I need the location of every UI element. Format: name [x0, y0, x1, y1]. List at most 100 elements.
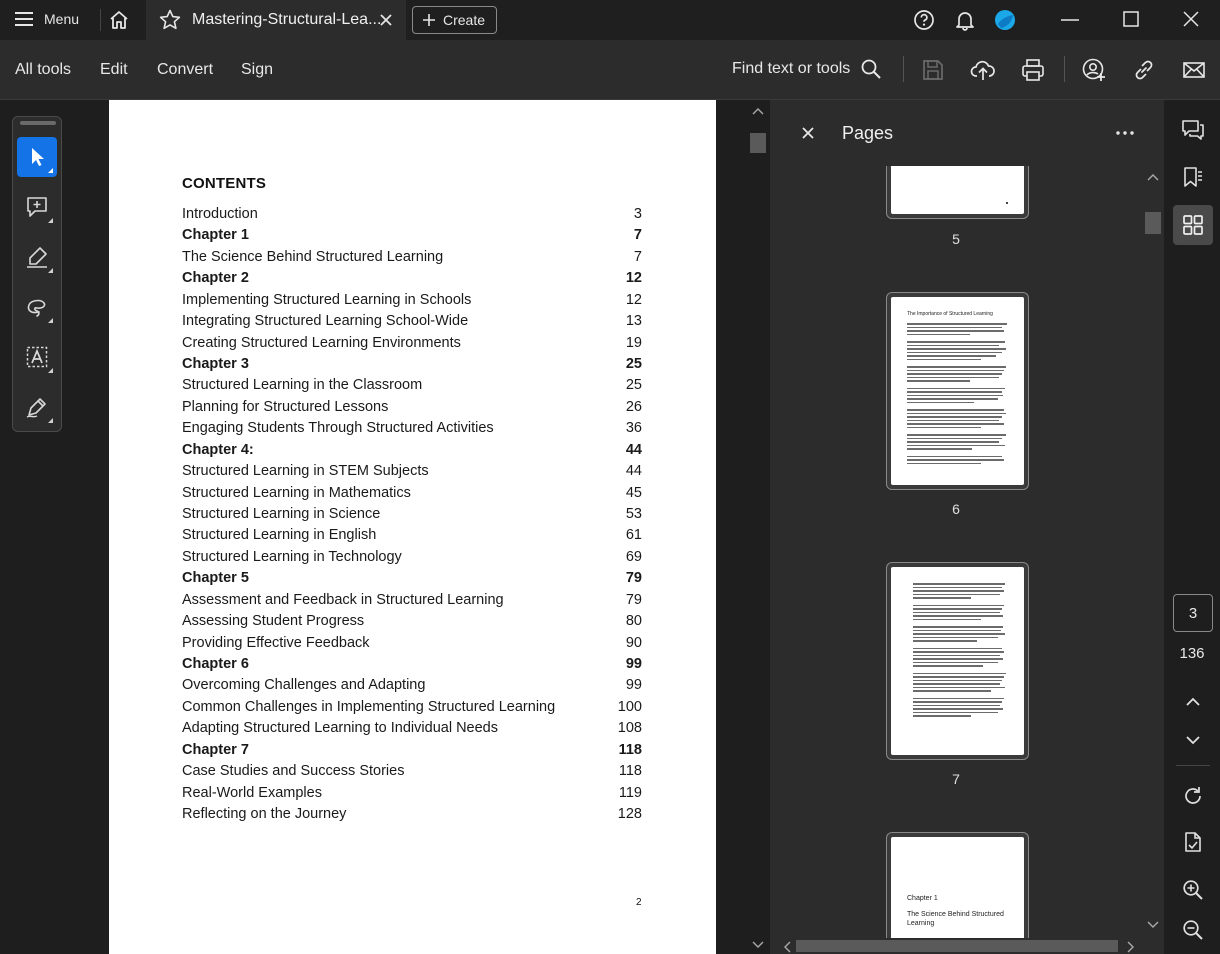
zoom-in-button[interactable]	[1173, 870, 1213, 910]
link-icon[interactable]	[1131, 57, 1157, 83]
star-icon[interactable]	[158, 8, 182, 32]
notifications-button[interactable]	[954, 9, 976, 31]
document-tab[interactable]: Mastering-Structural-Lea...	[146, 0, 406, 40]
thumbnail-line	[907, 412, 1006, 414]
toc-row: Case Studies and Success Stories 118	[182, 763, 642, 783]
select-tool-button[interactable]	[17, 137, 57, 177]
maximize-button[interactable]	[1122, 10, 1140, 28]
scroll-left-arrow-icon[interactable]	[782, 941, 792, 953]
minimize-button[interactable]	[1060, 10, 1080, 30]
convert-menu[interactable]: Convert	[157, 61, 213, 79]
thumbnail-line	[913, 651, 1005, 653]
thumbnail-image	[891, 166, 1024, 214]
page-thumbnail[interactable]	[886, 562, 1029, 760]
zoom-out-icon	[1183, 920, 1203, 940]
help-button[interactable]	[913, 9, 935, 31]
find-tools-button[interactable]: Find text or tools	[732, 58, 882, 80]
pages-panel-header: Pages	[770, 100, 1164, 166]
pages-panel-button[interactable]	[1173, 205, 1213, 245]
share-user-icon[interactable]	[1081, 57, 1107, 83]
thumbnail-line	[907, 444, 1005, 446]
toc-row: Overcoming Challenges and Adapting 99	[182, 677, 642, 697]
corner-indicator	[48, 318, 53, 323]
page-thumbnail[interactable]	[886, 166, 1029, 219]
toc-title: Engaging Students Through Structured Act…	[182, 420, 494, 437]
email-icon[interactable]	[1182, 58, 1206, 82]
thumbnail-label: 6	[952, 501, 960, 517]
thumbnail-image	[891, 567, 1024, 755]
chevron-down-icon	[1186, 736, 1200, 745]
toc-title: Integrating Structured Learning School-W…	[182, 313, 469, 330]
page-thumbnail[interactable]: Chapter 1 The Science Behind Structured …	[886, 832, 1029, 938]
menu-button[interactable]: Menu	[14, 10, 79, 28]
scrollbar-thumb[interactable]	[1145, 212, 1161, 234]
contents-heading: CONTENTS	[182, 175, 267, 192]
avatar	[995, 10, 1015, 30]
draw-tool-button[interactable]	[17, 287, 57, 327]
toc-title: Assessing Student Progress	[182, 613, 365, 630]
page-thumbnail[interactable]: The Importance of Structured Learning	[886, 292, 1029, 490]
comment-tool-button[interactable]	[17, 187, 57, 227]
thumbnail-line	[913, 615, 1004, 617]
scroll-down-arrow-icon[interactable]	[1147, 920, 1159, 930]
bookmark-icon	[1184, 167, 1202, 187]
all-tools-menu[interactable]: All tools	[15, 61, 71, 79]
zoom-out-button[interactable]	[1173, 910, 1213, 950]
scroll-right-arrow-icon[interactable]	[1126, 941, 1136, 953]
scrollbar-thumb[interactable]	[750, 133, 766, 153]
close-window-button[interactable]	[1182, 10, 1200, 28]
more-options-icon[interactable]	[1115, 130, 1135, 136]
bookmarks-panel-button[interactable]	[1173, 157, 1213, 197]
profile-button[interactable]	[994, 9, 1016, 31]
pages-panel: Pages 5 The Importance of Structured Lea…	[770, 100, 1164, 954]
toc-page-number: 118	[618, 763, 642, 780]
rotate-button[interactable]	[1173, 776, 1213, 816]
toc-page-number: 108	[617, 720, 642, 737]
find-label: Find text or tools	[732, 60, 851, 77]
current-page-input[interactable]: 3	[1173, 594, 1213, 632]
scroll-down-arrow-icon[interactable]	[752, 940, 764, 950]
menu-label: Menu	[44, 11, 80, 27]
edit-menu[interactable]: Edit	[100, 61, 128, 79]
highlight-tool-button[interactable]	[17, 237, 57, 277]
thumbnail-line	[907, 341, 1005, 343]
cloud-upload-icon[interactable]	[970, 57, 996, 83]
text-box-tool-button[interactable]	[17, 337, 57, 377]
save-icon[interactable]	[921, 58, 945, 82]
sign-tool-button[interactable]	[17, 387, 57, 427]
home-button[interactable]	[108, 9, 130, 31]
close-tab-icon[interactable]	[379, 13, 393, 27]
scrollbar-thumb[interactable]	[796, 940, 1118, 952]
thumbnail-line	[913, 683, 1001, 685]
close-panel-icon[interactable]	[802, 127, 814, 139]
scroll-up-arrow-icon[interactable]	[752, 106, 764, 116]
toc-row: Real-World Examples 119	[182, 785, 642, 805]
page-tools-button[interactable]	[1173, 822, 1213, 862]
thumbnail-chapter-title: The Science Behind Structured Learning	[907, 911, 1004, 927]
create-button[interactable]: Create	[412, 6, 497, 34]
previous-page-button[interactable]	[1173, 682, 1213, 722]
print-icon[interactable]	[1020, 57, 1046, 83]
document-scrollbar[interactable]	[748, 100, 768, 954]
toc-page-number: 12	[625, 291, 642, 308]
toc-page-number: 7	[633, 248, 642, 265]
toc-title: Structured Learning in Mathematics	[182, 484, 411, 501]
pages-horizontal-scrollbar[interactable]	[770, 938, 1142, 954]
thumbnail-text-lines	[907, 323, 1012, 464]
comments-panel-button[interactable]	[1173, 110, 1213, 150]
toc-title: Structured Learning in English	[182, 527, 377, 544]
toc-title: Creating Structured Learning Environment…	[182, 334, 461, 351]
thumbnail-line	[913, 654, 1001, 656]
thumbnail-line	[907, 333, 970, 335]
drag-handle[interactable]	[20, 121, 56, 125]
toc-chapter-row: Chapter 4: 44	[182, 442, 642, 462]
hamburger-icon	[15, 12, 33, 26]
toc-row: Assessment and Feedback in Structured Le…	[182, 592, 642, 612]
scroll-up-arrow-icon[interactable]	[1147, 172, 1159, 182]
next-page-button[interactable]	[1173, 720, 1213, 760]
search-icon	[861, 59, 881, 79]
pages-vertical-scrollbar[interactable]	[1142, 166, 1164, 938]
thumbnail-line	[907, 437, 1002, 439]
total-pages: 136	[1179, 645, 1205, 662]
sign-menu[interactable]: Sign	[241, 61, 273, 79]
